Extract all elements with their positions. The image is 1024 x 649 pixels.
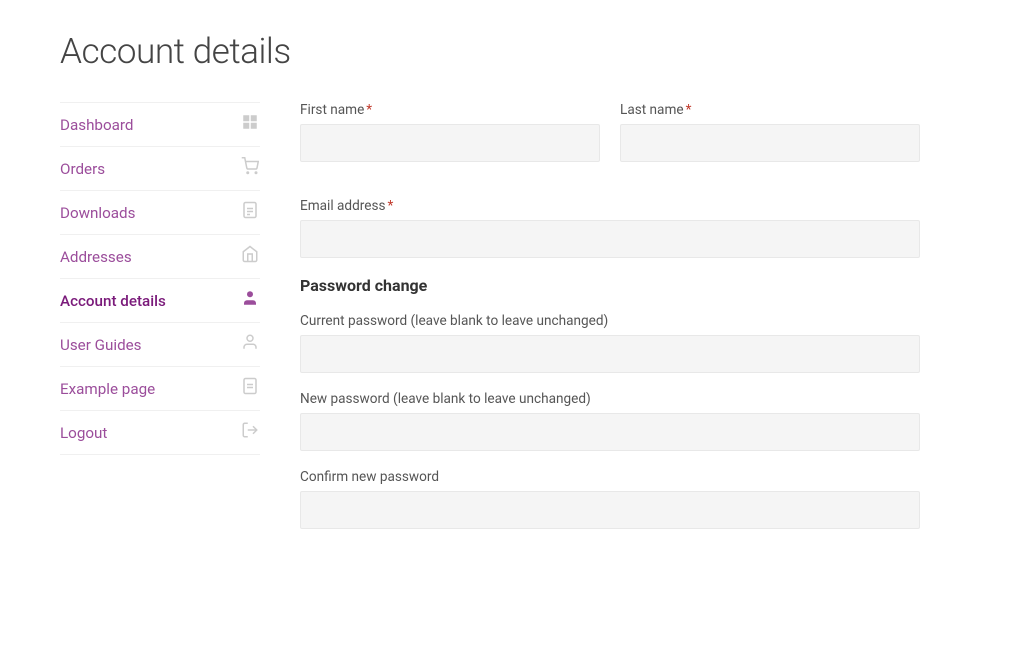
downloads-icon	[240, 201, 260, 224]
current-password-label: Current password (leave blank to leave u…	[300, 313, 920, 329]
user-guides-icon	[240, 333, 260, 356]
confirm-password-label: Confirm new password	[300, 469, 920, 485]
new-password-input[interactable]	[300, 413, 920, 451]
last-name-group: Last name*	[620, 102, 920, 162]
sidebar-item-dashboard[interactable]: Dashboard	[60, 102, 260, 147]
sidebar: Dashboard Orders Downloads Addresses Acc	[60, 102, 260, 547]
email-label: Email address*	[300, 198, 920, 214]
sidebar-item-user-guides[interactable]: User Guides	[60, 323, 260, 367]
confirm-password-input[interactable]	[300, 491, 920, 529]
sidebar-item-label: Account details	[60, 292, 166, 310]
sidebar-item-addresses[interactable]: Addresses	[60, 235, 260, 279]
first-name-group: First name*	[300, 102, 600, 162]
first-name-label: First name*	[300, 102, 600, 118]
sidebar-item-label: Downloads	[60, 204, 135, 222]
last-name-label: Last name*	[620, 102, 920, 118]
sidebar-item-label: Dashboard	[60, 116, 133, 134]
sidebar-item-logout[interactable]: Logout	[60, 411, 260, 455]
sidebar-item-example-page[interactable]: Example page	[60, 367, 260, 411]
sidebar-item-downloads[interactable]: Downloads	[60, 191, 260, 235]
email-group: Email address*	[300, 198, 920, 258]
sidebar-item-label: Logout	[60, 424, 107, 442]
new-password-label: New password (leave blank to leave uncha…	[300, 391, 920, 407]
password-section-title: Password change	[300, 276, 920, 295]
sidebar-item-label: User Guides	[60, 336, 142, 354]
sidebar-item-label: Example page	[60, 380, 155, 398]
last-name-input[interactable]	[620, 124, 920, 162]
sidebar-item-account-details[interactable]: Account details	[60, 279, 260, 323]
required-marker: *	[387, 198, 393, 214]
sidebar-item-orders[interactable]: Orders	[60, 147, 260, 191]
required-marker: *	[686, 102, 692, 118]
page-title: Account details	[60, 30, 964, 72]
required-marker: *	[366, 102, 372, 118]
account-details-icon	[240, 289, 260, 312]
sidebar-item-label: Addresses	[60, 248, 132, 266]
sidebar-item-label: Orders	[60, 160, 105, 178]
orders-icon	[240, 157, 260, 180]
logout-icon	[240, 421, 260, 444]
first-name-input[interactable]	[300, 124, 600, 162]
new-password-group: New password (leave blank to leave uncha…	[300, 391, 920, 451]
current-password-input[interactable]	[300, 335, 920, 373]
current-password-group: Current password (leave blank to leave u…	[300, 313, 920, 373]
dashboard-icon	[240, 113, 260, 136]
confirm-password-group: Confirm new password	[300, 469, 920, 529]
account-details-form: First name* Last name* Email address* Pa…	[300, 102, 920, 547]
addresses-icon	[240, 245, 260, 268]
email-input[interactable]	[300, 220, 920, 258]
example-page-icon	[240, 377, 260, 400]
